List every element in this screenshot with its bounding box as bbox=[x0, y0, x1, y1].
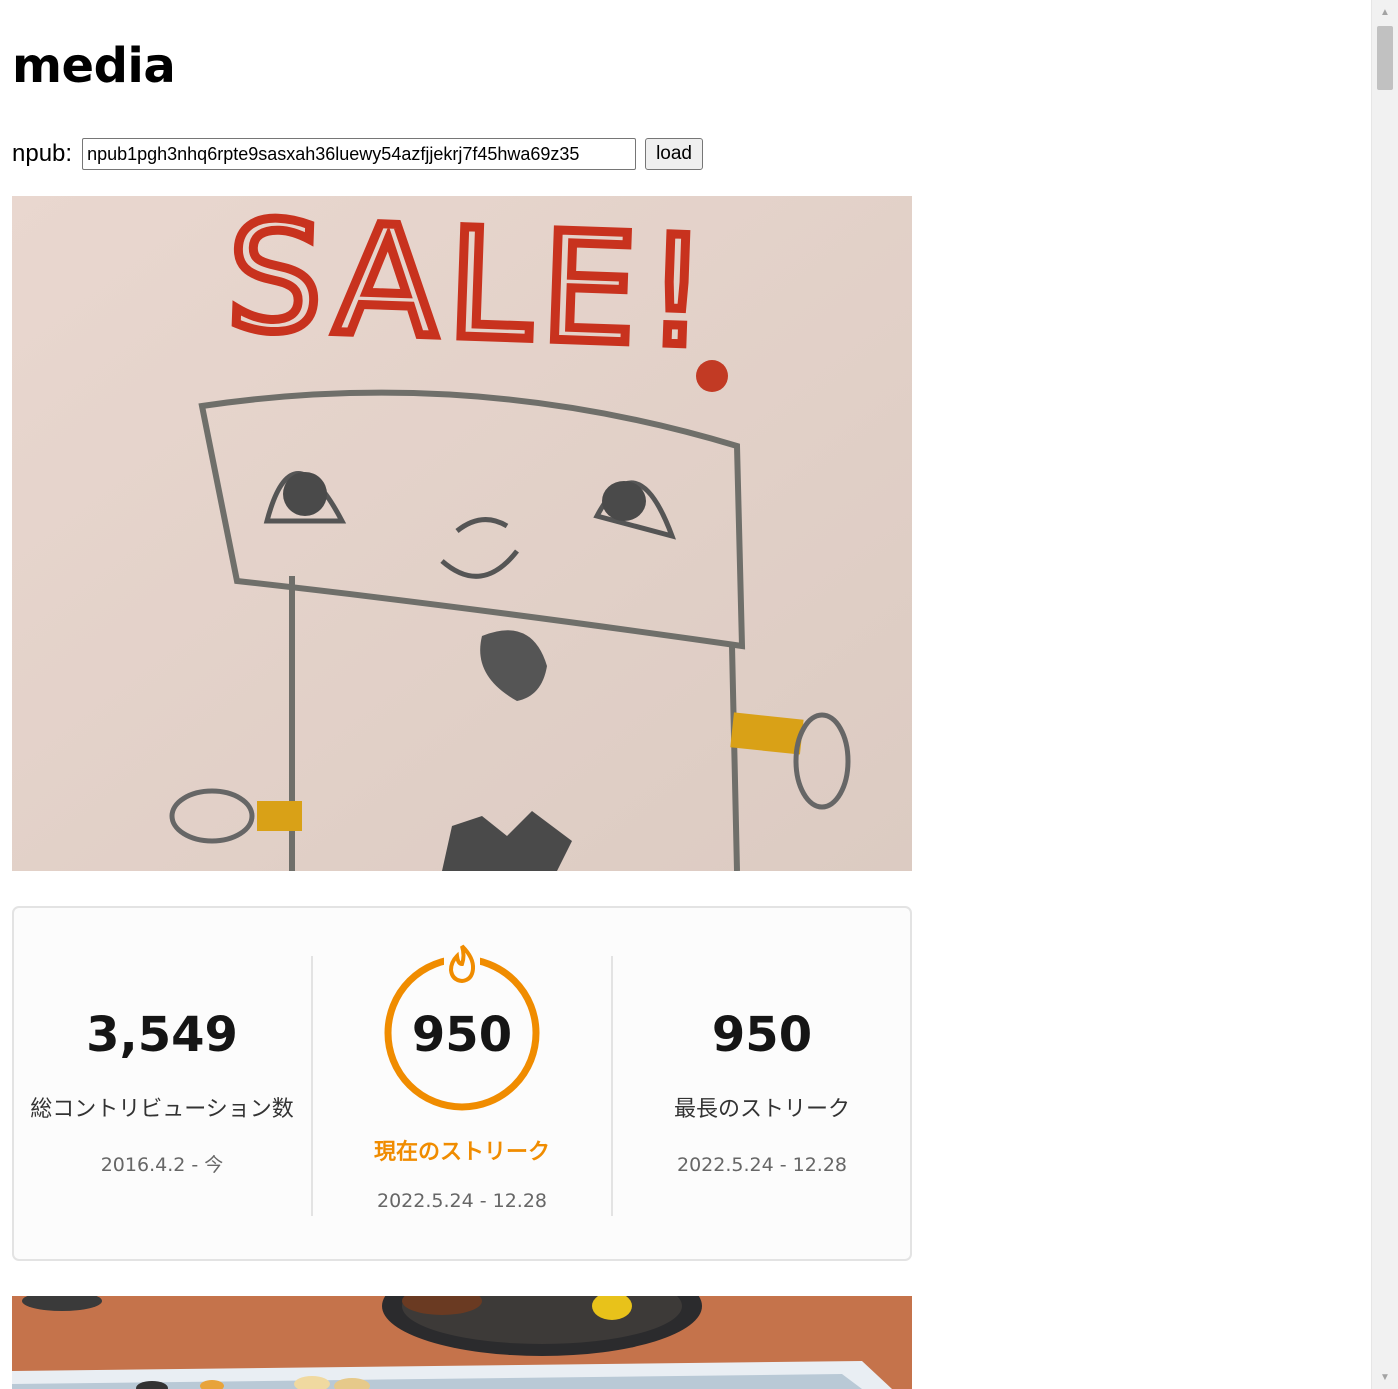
media-image-food-photo[interactable] bbox=[12, 1296, 912, 1389]
scrollbar-thumb[interactable] bbox=[1377, 26, 1393, 90]
stat-longest-range: 2022.5.24 - 12.28 bbox=[677, 1154, 847, 1176]
stat-current-range: 2022.5.24 - 12.28 bbox=[377, 1190, 547, 1212]
stat-current-label: 現在のストリーク bbox=[374, 1139, 550, 1165]
load-button[interactable]: load bbox=[645, 138, 703, 170]
stat-total-range: 2016.4.2 - 今 bbox=[101, 1154, 224, 1176]
scroll-down-arrow-icon[interactable]: ▼ bbox=[1372, 1367, 1398, 1387]
media-image-streak-card[interactable]: 3,549 総コントリビューション数 2016.4.2 - 今 950 現在のス… bbox=[12, 906, 912, 1261]
scroll-up-arrow-icon[interactable]: ▲ bbox=[1372, 2, 1398, 22]
stat-total-label: 総コントリビューション数 bbox=[30, 1097, 294, 1122]
stat-longest-value: 950 bbox=[712, 1007, 812, 1063]
media-image-drawing[interactable]: SALE! bbox=[12, 196, 912, 871]
stat-current-value: 950 bbox=[412, 1007, 512, 1063]
page-title: media bbox=[12, 38, 176, 94]
robot-sale-drawing-image: SALE! bbox=[12, 196, 912, 871]
food-photo-image bbox=[12, 1296, 912, 1389]
npub-form: npub: load bbox=[12, 136, 703, 172]
npub-input[interactable] bbox=[82, 138, 637, 170]
npub-label: npub: bbox=[12, 140, 73, 167]
vertical-scrollbar[interactable]: ▲ ▼ bbox=[1371, 0, 1398, 1389]
stat-total-value: 3,549 bbox=[86, 1007, 238, 1063]
stat-longest-label: 最長のストリーク bbox=[674, 1097, 850, 1122]
sale-text: SALE! bbox=[224, 196, 719, 381]
streak-card: 3,549 総コントリビューション数 2016.4.2 - 今 950 現在のス… bbox=[12, 906, 912, 1261]
